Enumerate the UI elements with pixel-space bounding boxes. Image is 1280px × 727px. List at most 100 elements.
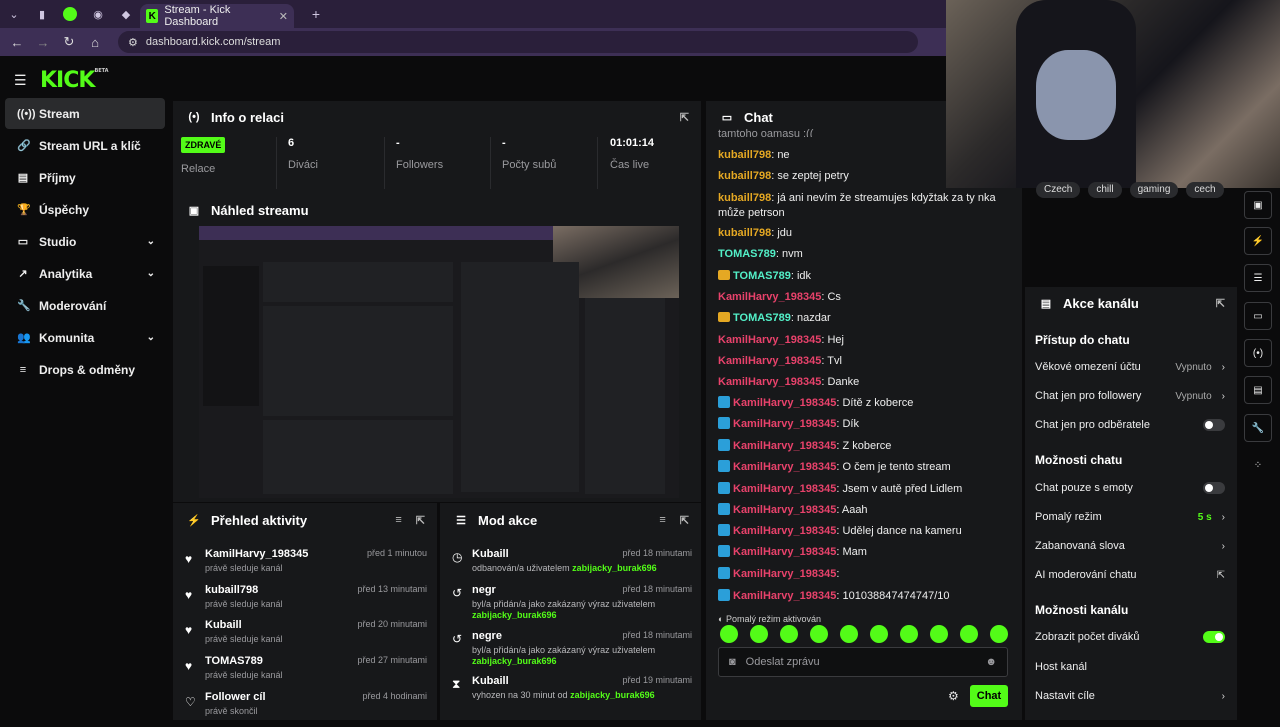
age-restriction-row[interactable]: Věkové omezení účtu Vypnuto › [1035,356,1225,378]
mod-action-moderator[interactable]: zabijacky_burak696 [572,563,657,573]
sidebar-item-studio[interactable]: ▭ Studio ⌄ [5,226,165,257]
rail-more-icon[interactable]: ⁘ [1244,451,1272,479]
chat-username[interactable]: KamilHarvy_198345 [733,483,836,495]
emote-icon[interactable] [750,625,768,643]
new-tab-icon[interactable]: + [302,0,330,28]
emote-icon[interactable] [780,625,798,643]
send-chat-button[interactable]: Chat [970,685,1008,707]
mod-actions-panel: ☰ Mod akce ≡ ⇱ ◷ Kubaill odbanován/a uživat… [440,503,701,720]
close-tab-icon[interactable]: ✕ [279,10,288,23]
rail-list-icon[interactable]: ☰ [1244,264,1272,292]
chat-input[interactable]: ◙ Odeslat zprávu ☻ [718,647,1008,677]
sidebar-item-moderation[interactable]: 🔧 Moderování [5,290,165,321]
chat-username[interactable]: KamilHarvy_198345 [733,461,836,473]
chat-username[interactable]: TOMAS789 [733,312,791,324]
chat-username[interactable]: KamilHarvy_198345 [718,334,821,346]
shield-icon[interactable]: ◙ [729,656,736,668]
chat-username[interactable]: KamilHarvy_198345 [733,546,836,558]
rail-wrench-icon[interactable]: 🔧 [1244,414,1272,442]
emotes-only-toggle[interactable] [1203,482,1225,494]
sidebar-item-achievements[interactable]: 🏆 Úspěchy [5,194,165,225]
chat-username[interactable]: kubaill798 [718,227,771,239]
home-icon[interactable]: ⌂ [84,35,106,50]
settings-gear-icon[interactable]: ⚙ [948,689,959,703]
ai-moderation-row[interactable]: AI moderování chatu ⇱ [1035,564,1225,586]
chat-username[interactable]: KamilHarvy_198345 [718,291,821,303]
chat-username[interactable]: KamilHarvy_198345 [733,418,836,430]
chat-username[interactable]: kubaill798 [718,192,771,204]
emote-icon[interactable] [900,625,918,643]
emote-icon[interactable] [720,625,738,643]
chat-username[interactable]: KamilHarvy_198345 [733,590,836,602]
forward-icon[interactable]: → [32,35,54,50]
row-label: Věkové omezení účtu [1035,361,1141,373]
emoji-icon[interactable]: ☻ [985,656,997,668]
popout-icon[interactable]: ⇱ [680,514,689,527]
mod-action-moderator[interactable]: zabijacky_burak696 [472,610,557,620]
sidebar-item-drops[interactable]: ≡ Drops & odměny [5,354,165,385]
tag[interactable]: chill [1088,182,1122,198]
rail-channel-actions-icon[interactable]: ▤ [1244,376,1272,404]
pinned-tab-play-icon[interactable] [56,0,84,28]
url-field[interactable]: ⚙ dashboard.kick.com/stream [118,31,918,53]
tag[interactable]: cech [1186,182,1224,198]
followers-only-row[interactable]: Chat jen pro followery Vypnuto › [1035,385,1225,407]
rail-lightning-icon[interactable]: ⚡ [1244,227,1272,255]
host-channel-row[interactable]: Host kanál [1035,656,1225,678]
mod-action-moderator[interactable]: zabijacky_burak696 [472,656,557,666]
emote-icon[interactable] [960,625,978,643]
emote-icon[interactable] [930,625,948,643]
chat-message: KamilHarvy_198345: Danke [718,375,1010,390]
sidebar-item-community[interactable]: 👥 Komunita ⌄ [5,322,165,353]
sidebar-item-analytics[interactable]: ↗ Analytika ⌄ [5,258,165,289]
chat-username[interactable]: KamilHarvy_198345 [733,397,836,409]
sidebar-item-stream[interactable]: ((•)) Stream [5,98,165,129]
filter-icon[interactable]: ≡ [395,514,401,527]
chat-username[interactable]: kubaill798 [718,170,771,182]
pinned-tab-icon[interactable]: ▮ [28,0,56,28]
stream-preview-video[interactable] [199,226,679,498]
subs-only-toggle[interactable] [1203,419,1225,431]
active-tab[interactable]: K Stream - Kick Dashboard ✕ [140,4,294,28]
emote-icon[interactable] [810,625,828,643]
tab-list-icon[interactable]: ⌄ [0,0,28,28]
chat-username[interactable]: KamilHarvy_198345 [733,525,836,537]
emote-icon[interactable] [870,625,888,643]
chat-username[interactable]: KamilHarvy_198345 [733,568,836,580]
sidebar-item-stream-url[interactable]: 🔗 Stream URL a klíč [5,130,165,161]
back-icon[interactable]: ← [6,35,28,50]
set-goals-row[interactable]: Nastavit cíle › [1035,685,1225,707]
rail-preview-icon[interactable]: ▣ [1244,191,1272,219]
sidebar-item-income[interactable]: ▤ Příjmy [5,162,165,193]
menu-icon[interactable]: ☰ [14,72,27,89]
chat-username[interactable]: TOMAS789 [733,270,791,282]
chat-username[interactable]: KamilHarvy_198345 [733,504,836,516]
rail-chat-icon[interactable]: ▭ [1244,302,1272,330]
chat-message: KamilHarvy_198345: 101038847474747/10 [718,589,1010,604]
reload-icon[interactable]: ↻ [58,34,80,50]
chat-text: : Tvl [821,355,842,367]
chat-username[interactable]: KamilHarvy_198345 [718,355,821,367]
emote-icon[interactable] [840,625,858,643]
site-info-icon[interactable]: ⚙ [128,36,138,49]
kick-logo[interactable]: KICKBETA [40,68,109,93]
mod-action-time: před 18 minutami [622,630,692,640]
banned-words-row[interactable]: Zabanovaná slova › [1035,535,1225,557]
pinned-tab-steam-icon[interactable]: ◉ [84,0,112,28]
filter-icon[interactable]: ≡ [659,514,665,527]
popout-icon[interactable]: ⇱ [1216,297,1225,310]
slow-mode-row[interactable]: Pomalý režim 5 s › [1035,506,1225,528]
tag[interactable]: Czech [1036,182,1081,198]
chat-username[interactable]: kubaill798 [718,149,771,161]
popout-icon[interactable]: ⇱ [416,514,425,527]
popout-icon[interactable]: ⇱ [680,111,689,124]
chat-username[interactable]: KamilHarvy_198345 [718,376,821,388]
mod-action-moderator[interactable]: zabijacky_burak696 [570,690,655,700]
emote-icon[interactable] [990,625,1008,643]
viewer-count-toggle[interactable] [1203,631,1225,643]
pinned-tab-diamond-icon[interactable]: ◆ [112,0,140,28]
chat-username[interactable]: KamilHarvy_198345 [733,440,836,452]
tag[interactable]: gaming [1129,182,1179,198]
rail-broadcast-icon[interactable]: (•) [1244,339,1272,367]
chat-username[interactable]: TOMAS789 [718,248,776,260]
